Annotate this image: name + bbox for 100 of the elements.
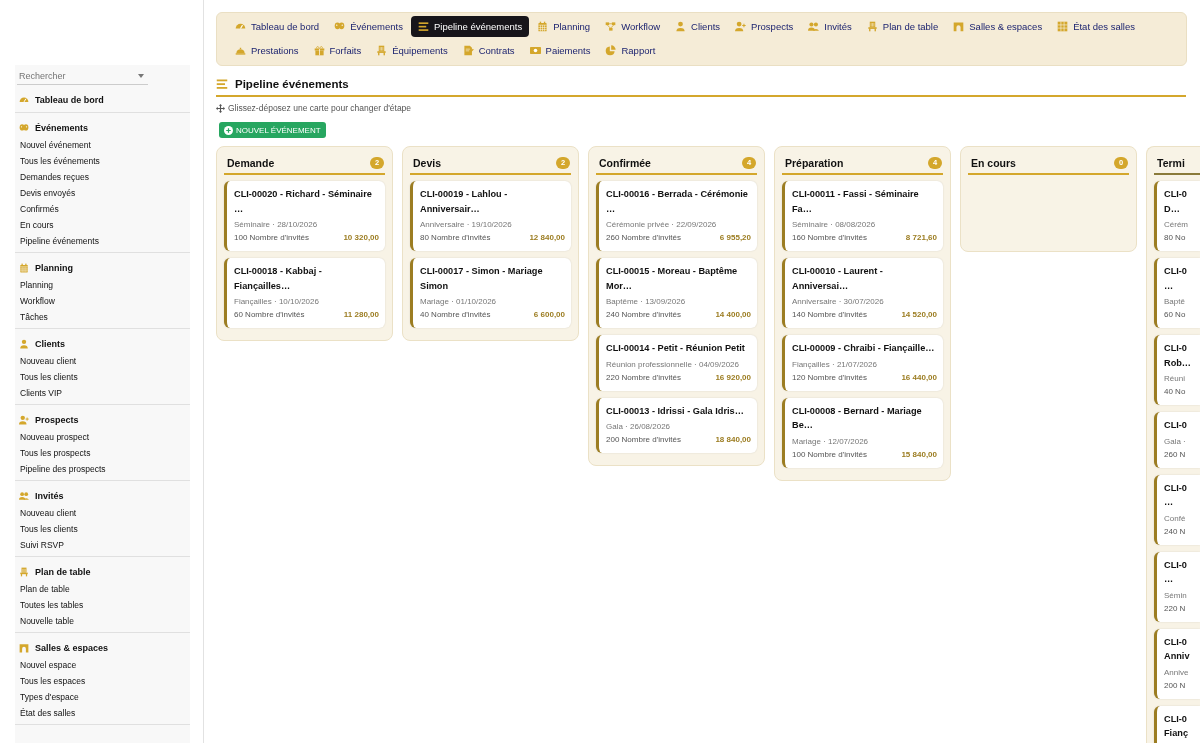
sidebar-item[interactable]: Tous les clients [19,369,190,385]
sidebar-item[interactable]: Toutes les tables [19,597,190,613]
event-card[interactable]: CLI-0 Fianç [1154,705,1200,743]
nav-tab[interactable]: État des salles [1050,16,1142,37]
card-title: CLI-0 Rob… [1164,342,1193,370]
sidebar-item[interactable]: Tous les prospects [19,445,190,461]
sidebar-heading[interactable]: Clients [35,339,65,349]
sidebar-heading[interactable]: Prospects [35,415,79,425]
nav-tab[interactable]: Rapport [598,40,663,61]
masks-icon [19,123,29,133]
event-card[interactable]: CLI-0 D… Cérém 80 No [1154,181,1200,251]
sidebar-heading[interactable]: Événements [35,123,89,133]
sidebar-heading[interactable]: Invités [35,491,64,501]
event-card[interactable]: CLI-0 Rob… Réuni 40 No [1154,335,1200,405]
sidebar-item[interactable]: Planning [19,277,190,293]
event-card[interactable]: CLI-00009 - Chraibi - Fiançaille… Fiançailles · 21/07/2026 120 Nombre d'invités 16 440,00 [782,335,943,391]
nav-tab[interactable]: Prestations [228,40,306,61]
nav-tab[interactable]: Équipements [369,40,455,61]
nav-tab[interactable]: Contrats [455,40,522,61]
event-card[interactable]: CLI-00018 - Kabbaj - Fiançailles… Fiançailles · 10/10/2026 60 Nombre d'invités 11 280,00 [224,258,385,328]
hint-text: Glissez-déposez une carte pour changer d'étape [228,103,412,113]
event-card[interactable]: CLI-00016 - Berrada - Cérémonie … Cérémonie privée · 22/09/2026 260 Nombre d'invités 6 955,20 [596,181,757,251]
guest-count: 160 Nombre d'invités [792,232,867,244]
nav-tab[interactable]: Plan de table [859,16,946,37]
card-title: CLI-00010 - Laurent - Anniversai… [792,265,884,293]
sidebar-heading[interactable]: Planning [35,263,73,273]
event-card[interactable]: CLI-0 … Baptê 60 No [1154,258,1200,328]
column-title: Termi [1157,157,1185,169]
sidebar-item[interactable]: Tous les clients [19,521,190,537]
amount: 14 520,00 [901,309,937,321]
card-title: CLI-00020 - Richard - Séminaire … [234,188,373,216]
sidebar-item[interactable]: Nouvel événement [19,137,190,153]
event-card[interactable]: CLI-00017 - Simon - Mariage Simon Mariage · 01/10/2026 40 Nombre d'invités 6 600,00 [410,258,571,328]
event-card[interactable]: CLI-0 Gala · 260 N [1154,412,1200,468]
event-card[interactable]: CLI-00014 - Petit - Réunion Petit Réunion professionnelle · 04/09/2026 220 Nombre d'invités 16 920,00 [596,335,757,391]
guest-count: 120 Nombre d'invités [792,371,867,384]
card-title: CLI-00018 - Kabbaj - Fiançailles… [234,265,323,293]
sidebar-item[interactable]: Nouveau prospect [19,429,190,445]
user-plus-icon [735,21,747,32]
sidebar-item[interactable]: Clients VIP [19,385,190,401]
card-title: CLI-0 [1164,419,1188,432]
event-card[interactable]: CLI-00008 - Bernard - Mariage Be… Mariage · 12/07/2026 100 Nombre d'invités 15 840,00 [782,397,943,468]
card-title: CLI-0 … [1164,265,1188,293]
calendar-icon [19,263,29,273]
nav-tab[interactable]: Prospects [728,16,801,37]
sidebar-item[interactable]: Nouveau client [19,505,190,521]
sidebar-item[interactable]: Tous les événements [19,153,190,169]
user-icon [675,21,687,32]
sidebar-heading[interactable]: Tableau de bord [35,95,104,105]
nav-tab[interactable]: Clients [668,16,728,37]
nav-tab[interactable]: Événements [327,16,410,37]
sidebar-item[interactable]: Types d'espace [19,689,190,705]
page-title: Pipeline événements [235,78,349,90]
sidebar-heading[interactable]: Plan de table [35,567,91,577]
guest-count: 260 Nombre d'invités [606,232,681,244]
nav-tab[interactable]: Pipeline événements [410,16,530,37]
nav-tab[interactable]: Salles & espaces [946,16,1050,37]
event-card[interactable]: CLI-0 … Confé 240 N [1154,474,1200,545]
amount: 16 920,00 [715,371,751,384]
sidebar-item[interactable]: Nouveau client [19,353,190,369]
event-card[interactable]: CLI-00015 - Moreau - Baptême Mor… Baptême · 13/09/2026 240 Nombre d'invités 14 400,00 [596,258,757,328]
event-card[interactable]: CLI-00020 - Richard - Séminaire … Séminaire · 28/10/2026 100 Nombre d'invités 10 320,00 [224,181,385,251]
event-card[interactable]: CLI-00013 - Idrissi - Gala Idris… Gala · 26/08/2026 200 Nombre d'invités 18 840,00 [596,397,757,453]
nav-tab[interactable]: Planning [530,16,598,37]
sidebar-item[interactable]: Pipeline événements [19,233,190,249]
sidebar-item[interactable]: Suivi RSVP [19,537,190,553]
sidebar-item[interactable]: Demandes reçues [19,169,190,185]
sidebar-item[interactable]: Plan de table [19,581,190,597]
sidebar-item[interactable]: En cours [19,217,190,233]
nav-tab[interactable]: Tableau de bord [228,16,327,37]
event-card[interactable]: CLI-0 … Sémin 220 N [1154,551,1200,622]
sidebar-item[interactable]: Tâches [19,309,190,325]
card-meta: Cérémonie privée · 22/09/2026 [606,219,718,231]
nav-tab[interactable]: Workflow [598,16,668,37]
nav-tab[interactable]: Invités [801,16,859,37]
card-meta: Réuni [1164,373,1186,385]
archway-icon [19,643,29,653]
card-meta: Mariage · 12/07/2026 [792,435,870,448]
card-title: CLI-00016 - Berrada - Cérémonie … [606,188,749,216]
event-card[interactable]: CLI-00010 - Laurent - Anniversai… Anniversaire · 30/07/2026 140 Nombre d'invités 14 520,00 [782,258,943,328]
sidebar-item[interactable]: Devis envoyés [19,185,190,201]
archway-icon [953,21,965,32]
nav-tab[interactable]: Paiements [522,40,598,61]
chair-icon [376,45,388,56]
guest-count: 80 No [1164,232,1186,244]
sidebar-item[interactable]: Tous les espaces [19,673,190,689]
sidebar-heading[interactable]: Salles & espaces [35,643,109,653]
guest-count: 200 N [1164,679,1186,692]
sidebar-item[interactable]: Nouvel espace [19,657,190,673]
sidebar-item[interactable]: Nouvelle table [19,613,190,629]
event-card[interactable]: CLI-00019 - Lahlou - Anniversair… Anniversaire · 19/10/2026 80 Nombre d'invités 12 840,00 [410,181,571,251]
event-card[interactable]: CLI-0 Anniv Annive 200 N [1154,628,1200,699]
nav-tab[interactable]: Forfaits [306,40,369,61]
sidebar-item[interactable]: État des salles [19,705,190,721]
event-card[interactable]: CLI-00011 - Fassi - Séminaire Fa… Séminaire · 08/08/2026 160 Nombre d'invités 8 721,60 [782,181,943,251]
sidebar-item[interactable]: Workflow [19,293,190,309]
card-title: CLI-00015 - Moreau - Baptême Mor… [606,265,739,293]
sidebar-item[interactable]: Pipeline des prospects [19,461,190,477]
sidebar-item[interactable]: Confirmés [19,201,190,217]
search-field[interactable]: Rechercher [17,68,148,85]
